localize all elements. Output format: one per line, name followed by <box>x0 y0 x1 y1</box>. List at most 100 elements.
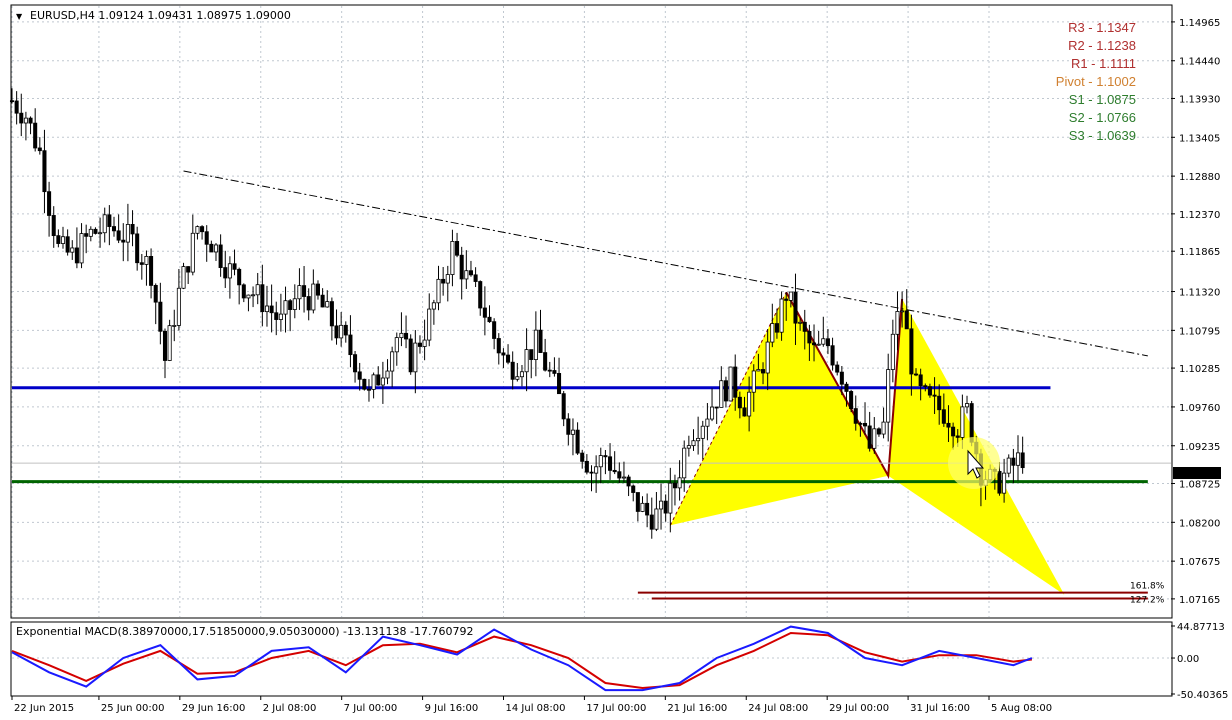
pivot-levels-panel: R3 - 1.1347 R2 - 1.1238 R1 - 1.1111 Pivot -… <box>1056 20 1136 143</box>
pivot-level-label: R1 - 1.1111 <box>1071 56 1136 71</box>
candle-body <box>264 305 270 313</box>
candle-body <box>714 406 719 409</box>
candle-body <box>125 224 130 243</box>
candle-body <box>315 283 320 296</box>
chart-background <box>0 0 1232 720</box>
candle-body <box>251 294 256 297</box>
candle-body <box>960 406 965 438</box>
candle-body <box>802 321 807 332</box>
candle-body <box>547 369 552 372</box>
candle-body <box>376 374 381 386</box>
candle-body <box>923 385 928 388</box>
candle-body <box>863 422 868 427</box>
collapse-arrow-icon[interactable]: ▼ <box>16 12 23 21</box>
candle-body <box>399 332 404 339</box>
candle-body <box>668 482 673 514</box>
candle-body <box>260 284 265 313</box>
macd-y-tick-label: 44.87713 <box>1177 622 1225 633</box>
candle-body <box>686 445 691 449</box>
candle-body <box>839 371 844 385</box>
candle-body <box>733 366 738 398</box>
candle-body <box>297 285 302 300</box>
candle-body <box>969 403 974 443</box>
candle-body <box>784 298 789 301</box>
candle-body <box>909 328 914 375</box>
candle-body <box>23 117 28 124</box>
symbol-header: EURUSD,H4 1.09124 1.09431 1.08975 1.0900… <box>30 9 291 22</box>
y-tick-label: 1.12880 <box>1179 172 1220 183</box>
candle-body <box>320 294 325 308</box>
candle-body <box>705 418 710 427</box>
candle-body <box>765 341 770 374</box>
candle-body <box>288 300 293 310</box>
candle-body <box>964 403 970 408</box>
candle-body <box>102 214 107 234</box>
candle-body <box>867 425 872 449</box>
candle-body <box>306 296 311 311</box>
candle-body <box>37 147 42 152</box>
candle-body <box>876 428 881 435</box>
candle-body <box>853 408 858 424</box>
y-tick-label: 1.07165 <box>1179 595 1220 606</box>
candle-body <box>561 393 566 420</box>
candle-body <box>492 321 497 339</box>
candle-body <box>617 471 622 479</box>
y-tick-label: 1.10795 <box>1179 326 1220 337</box>
candle-body <box>761 369 766 374</box>
macd-y-tick-label: 0.00 <box>1177 654 1199 665</box>
candle-body <box>427 308 432 341</box>
candle-body <box>241 284 246 299</box>
candle-body <box>1006 457 1011 474</box>
candle-body <box>788 291 793 301</box>
candle-body <box>302 285 307 297</box>
candle-body <box>594 466 599 474</box>
candle-body <box>28 117 33 124</box>
candle-body <box>357 371 362 380</box>
candle-body <box>464 270 469 280</box>
pivot-level-label: S1 - 1.0875 <box>1069 92 1136 107</box>
candle-body <box>691 440 696 447</box>
candle-body <box>139 262 144 265</box>
candle-body <box>913 373 919 376</box>
candle-body <box>200 226 205 233</box>
candle-body <box>728 366 733 402</box>
candle-body <box>747 391 752 417</box>
candle-body <box>227 263 232 279</box>
candle-body <box>798 321 803 324</box>
candle-body <box>445 274 450 284</box>
candle-body <box>380 377 385 386</box>
candle-body <box>890 333 895 370</box>
x-tick-label: 22 Jun 2015 <box>14 703 74 714</box>
x-tick-label: 2 Jul 08:00 <box>263 703 317 714</box>
candle-body <box>482 307 487 318</box>
candle-body <box>1011 457 1016 466</box>
pivot-level-label: R3 - 1.1347 <box>1068 20 1136 35</box>
candle-body <box>255 284 260 296</box>
candle-body <box>519 371 524 378</box>
pivot-level-label: R2 - 1.1238 <box>1068 38 1136 53</box>
candle-body <box>566 418 571 435</box>
candle-body <box>88 228 93 237</box>
candle-body <box>770 323 775 343</box>
y-tick-label: 1.07675 <box>1179 557 1220 568</box>
candle-body <box>176 287 181 326</box>
candle-body <box>742 407 747 417</box>
candle-body <box>538 329 543 353</box>
candle-body <box>635 492 640 512</box>
candle-body <box>218 244 223 268</box>
candle-body <box>608 456 613 471</box>
candle-body <box>209 243 214 253</box>
y-tick-label: 1.13405 <box>1179 133 1220 144</box>
candle-body <box>130 224 135 235</box>
candle-body <box>417 342 422 347</box>
x-tick-label: 25 Jun 00:00 <box>101 703 165 714</box>
candle-body <box>682 447 687 479</box>
price-chart[interactable]: 161.8% 127.2% 1.14965 1.14440 1.13930 1.1340… <box>0 0 1232 720</box>
candle-body <box>844 383 849 392</box>
candle-body <box>612 469 617 473</box>
candle-body <box>348 334 353 356</box>
fib-label: 161.8% <box>1130 582 1165 592</box>
candle-body <box>278 313 283 320</box>
macd-title: Exponential MACD(8.38970000,17.51850000,… <box>16 625 473 638</box>
candle-body <box>232 263 237 270</box>
